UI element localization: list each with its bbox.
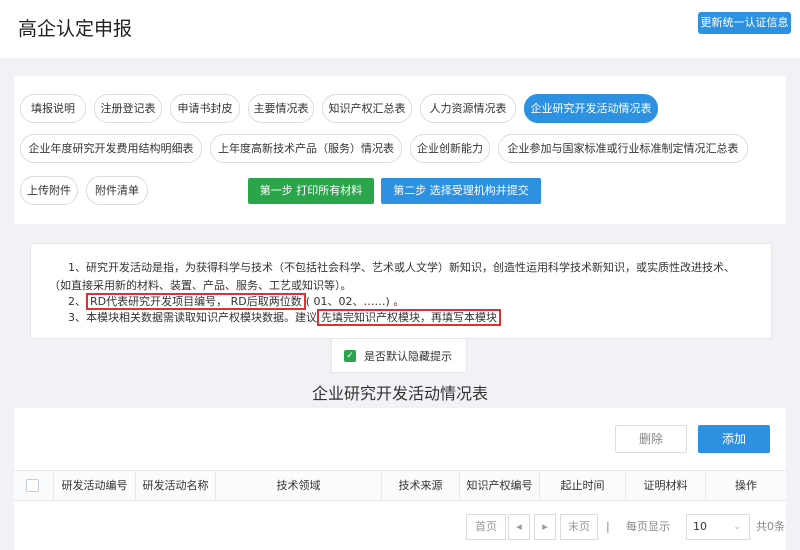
tab-ip-summary[interactable]: 知识产权汇总表 — [322, 94, 412, 123]
tab-filling-instructions[interactable]: 填报说明 — [20, 94, 86, 123]
total-count: 共0条 — [756, 520, 785, 533]
column-header[interactable]: 技术来源 — [382, 471, 460, 500]
first-page-button[interactable]: 首页 — [466, 514, 506, 540]
tab-upload-attachments[interactable]: 上传附件 — [20, 176, 78, 205]
column-header[interactable]: 研发活动名称 — [136, 471, 216, 500]
tab-rd-expense-detail[interactable]: 企业年度研究开发费用结构明细表 — [20, 134, 202, 163]
hide-tips-label: 是否默认隐藏提示 — [364, 350, 452, 363]
add-button[interactable]: 添加 — [698, 425, 770, 453]
column-header[interactable]: 起止时间 — [540, 471, 626, 500]
tab-rd-activities[interactable]: 企业研究开发活动情况表 — [524, 94, 658, 123]
tab-application-cover[interactable]: 申请书封皮 — [170, 94, 240, 123]
column-header[interactable]: 证明材料 — [626, 471, 706, 500]
notice-line-2-suffix: ( 01、02、……) 。 — [305, 295, 405, 308]
notice-line-2-highlight: RD代表研究开发项目编号， RD后取两位数 — [86, 293, 306, 310]
select-all-cell — [14, 471, 54, 500]
delete-button[interactable]: 删除 — [615, 425, 687, 453]
tab-main-situation[interactable]: 主要情况表 — [248, 94, 314, 123]
tab-hightech-products[interactable]: 上年度高新技术产品（服务）情况表 — [210, 134, 402, 163]
select-all-checkbox[interactable] — [26, 479, 39, 492]
column-header[interactable]: 研发活动编号 — [54, 471, 136, 500]
per-page-label: 每页显示 — [626, 520, 670, 533]
check-icon[interactable]: ✓ — [344, 350, 356, 362]
tab-innovation-capability[interactable]: 企业创新能力 — [410, 134, 490, 163]
table-header: 研发活动编号 研发活动名称 技术领域 技术来源 知识产权编号 起止时间 证明材料… — [14, 470, 786, 501]
column-header[interactable]: 技术领域 — [216, 471, 382, 500]
update-auth-info-button[interactable]: 更新统一认证信息 — [698, 12, 791, 34]
print-all-materials-button[interactable]: 第一步 打印所有材料 — [248, 178, 374, 204]
notice-line-2-prefix: 2、 — [68, 295, 86, 308]
last-page-button[interactable]: 末页 — [560, 514, 598, 540]
page-title: 高企认定申报 — [18, 18, 133, 40]
form-tabs-panel: 填报说明 注册登记表 申请书封皮 主要情况表 知识产权汇总表 人力资源情况表 企… — [14, 76, 786, 224]
notice-line-3-highlight: 先填完知识产权模块，再填写本模块 — [317, 309, 501, 326]
tab-registration-form[interactable]: 注册登记表 — [94, 94, 162, 123]
per-page-value: 10 — [693, 520, 707, 533]
per-page-select[interactable]: 10 ⌄ — [686, 514, 750, 540]
tab-human-resources[interactable]: 人力资源情况表 — [420, 94, 516, 123]
chevron-down-icon: ⌄ — [733, 522, 741, 532]
column-header[interactable]: 操作 — [706, 471, 786, 500]
rd-activities-table-panel: 删除 添加 研发活动编号 研发活动名称 技术领域 技术来源 知识产权编号 起止时… — [14, 408, 786, 550]
notice-line-1b: （如直接采用新的材料、装置、产品、服务、工艺或知识等）。 — [49, 279, 352, 292]
pagination: 首页 ◂ ▸ 末页 | 每页显示 10 ⌄ 共0条 — [14, 512, 786, 542]
pager-separator: | — [606, 520, 610, 533]
top-bar: 高企认定申报 更新统一认证信息 — [0, 0, 800, 58]
tab-standards-participation[interactable]: 企业参加与国家标准或行业标准制定情况汇总表 — [498, 134, 748, 163]
notice-line-2: 2、 RD代表研究开发项目编号， RD后取两位数( 01、02、……) 。 — [68, 293, 405, 310]
prev-page-icon[interactable]: ◂ — [508, 514, 530, 540]
notice-line-1: 1、研究开发活动是指，为获得科学与技术（不包括社会科学、艺术或人文学）新知识，创… — [68, 261, 735, 274]
hide-tips-toggle[interactable]: ✓ 是否默认隐藏提示 — [331, 339, 467, 373]
tab-attachment-list[interactable]: 附件清单 — [86, 176, 148, 205]
notice-line-3: 3、本模块相关数据需读取知识产权模块数据。建议 先填完知识产权模块，再填写本模块 — [68, 309, 501, 326]
select-agency-submit-button[interactable]: 第二步 选择受理机构并提交 — [381, 178, 541, 204]
column-header[interactable]: 知识产权编号 — [460, 471, 540, 500]
instructions-notice: 1、研究开发活动是指，为获得科学与技术（不包括社会科学、艺术或人文学）新知识，创… — [30, 243, 772, 339]
next-page-icon[interactable]: ▸ — [534, 514, 556, 540]
notice-line-3-prefix: 3、本模块相关数据需读取知识产权模块数据。建议 — [68, 311, 317, 324]
table-title: 企业研究开发活动情况表 — [311, 384, 488, 403]
